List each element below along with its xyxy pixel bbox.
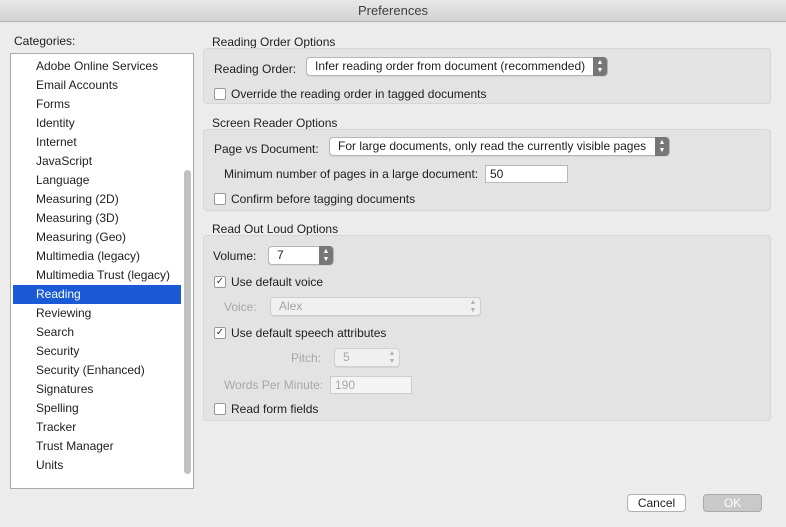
window-title: Preferences <box>357 3 429 18</box>
sidebar-item-units[interactable]: Units <box>13 456 181 475</box>
use-default-speech-label: Use default speech attributes <box>231 326 387 340</box>
voice-select-value: Alex <box>279 299 303 313</box>
chevron-updown-icon: ▲ ▼ <box>319 246 333 265</box>
sidebar-item-signatures[interactable]: Signatures <box>13 380 181 399</box>
sidebar-item-javascript[interactable]: JavaScript <box>13 152 181 171</box>
sidebar-item-measuring-3d[interactable]: Measuring (3D) <box>13 209 181 228</box>
window-title-bar: Preferences <box>0 0 786 22</box>
override-reading-order-checkbox[interactable] <box>214 88 226 100</box>
confirm-tagging-checkbox[interactable] <box>214 193 226 205</box>
min-pages-input[interactable]: 50 <box>485 165 568 183</box>
sidebar-item-forms[interactable]: Forms <box>13 95 181 114</box>
cancel-button[interactable]: Cancel <box>627 494 686 512</box>
min-pages-label: Minimum number of pages in a large docum… <box>224 167 479 181</box>
sidebar-item-multimedia-legacy[interactable]: Multimedia (legacy) <box>13 247 181 266</box>
pitch-label: Pitch: <box>291 351 322 365</box>
categories-list[interactable]: Adobe Online Services Email Accounts Forms… <box>10 53 194 489</box>
chevron-updown-icon: ▲ ▼ <box>593 57 607 76</box>
page-vs-document-label: Page vs Document: <box>214 142 319 156</box>
wpm-input[interactable]: 190 <box>330 376 412 394</box>
sidebar-item-adobe-online-services[interactable]: Adobe Online Services <box>13 57 181 76</box>
sidebar-item-measuring-geo[interactable]: Measuring (Geo) <box>13 228 181 247</box>
chevron-updown-icon: ▲ ▼ <box>469 299 477 314</box>
sidebar-item-tracker[interactable]: Tracker <box>13 418 181 437</box>
use-default-speech-checkbox[interactable]: ✓ <box>214 327 226 339</box>
reading-order-section-title: Reading Order Options <box>212 35 336 49</box>
chevron-updown-icon: ▲ ▼ <box>388 350 396 365</box>
chevron-updown-icon: ▲ ▼ <box>655 137 669 156</box>
read-form-fields-label: Read form fields <box>231 402 319 416</box>
categories-items: Adobe Online Services Email Accounts Forms… <box>13 57 181 475</box>
ok-button[interactable]: OK <box>703 494 762 512</box>
reading-order-select-value: Infer reading order from document (recom… <box>315 59 586 73</box>
sidebar-item-reviewing[interactable]: Reviewing <box>13 304 181 323</box>
checkmark-icon: ✓ <box>215 327 225 338</box>
sidebar-item-security[interactable]: Security <box>13 342 181 361</box>
page-vs-document-select[interactable]: For large documents, only read the curre… <box>329 137 670 156</box>
use-default-voice-label: Use default voice <box>231 275 324 289</box>
categories-label: Categories: <box>14 34 76 48</box>
pitch-select-value: 5 <box>343 350 350 364</box>
volume-label: Volume: <box>213 249 257 263</box>
override-reading-order-label: Override the reading order in tagged doc… <box>231 87 487 101</box>
sidebar-item-multimedia-trust-legacy[interactable]: Multimedia Trust (legacy) <box>13 266 181 285</box>
pitch-select[interactable]: 5 ▲ ▼ <box>334 348 400 367</box>
sidebar-item-internet[interactable]: Internet <box>13 133 181 152</box>
voice-label: Voice: <box>224 300 257 314</box>
page-vs-document-select-value: For large documents, only read the curre… <box>338 139 647 153</box>
reading-order-select[interactable]: Infer reading order from document (recom… <box>306 57 608 76</box>
sidebar-item-spelling[interactable]: Spelling <box>13 399 181 418</box>
sidebar-item-search[interactable]: Search <box>13 323 181 342</box>
voice-select[interactable]: Alex ▲ ▼ <box>270 297 481 316</box>
sidebar-item-trust-manager[interactable]: Trust Manager <box>13 437 181 456</box>
read-out-loud-section-title: Read Out Loud Options <box>212 222 339 236</box>
sidebar-item-email-accounts[interactable]: Email Accounts <box>13 76 181 95</box>
use-default-voice-checkbox[interactable]: ✓ <box>214 276 226 288</box>
sidebar-item-reading[interactable]: Reading <box>13 285 181 304</box>
screen-reader-section-title: Screen Reader Options <box>212 116 338 130</box>
sidebar-item-security-enhanced[interactable]: Security (Enhanced) <box>13 361 181 380</box>
sidebar-item-measuring-2d[interactable]: Measuring (2D) <box>13 190 181 209</box>
volume-select-value: 7 <box>277 248 284 262</box>
sidebar-scrollbar[interactable] <box>182 56 192 486</box>
read-form-fields-checkbox[interactable] <box>214 403 226 415</box>
sidebar-item-language[interactable]: Language <box>13 171 181 190</box>
volume-select[interactable]: 7 ▲ ▼ <box>268 246 334 265</box>
confirm-tagging-label: Confirm before tagging documents <box>231 192 416 206</box>
sidebar-item-identity[interactable]: Identity <box>13 114 181 133</box>
reading-order-label: Reading Order: <box>214 62 297 76</box>
wpm-label: Words Per Minute: <box>224 378 324 392</box>
sidebar-scroll-thumb[interactable] <box>184 170 191 474</box>
checkmark-icon: ✓ <box>215 276 225 287</box>
